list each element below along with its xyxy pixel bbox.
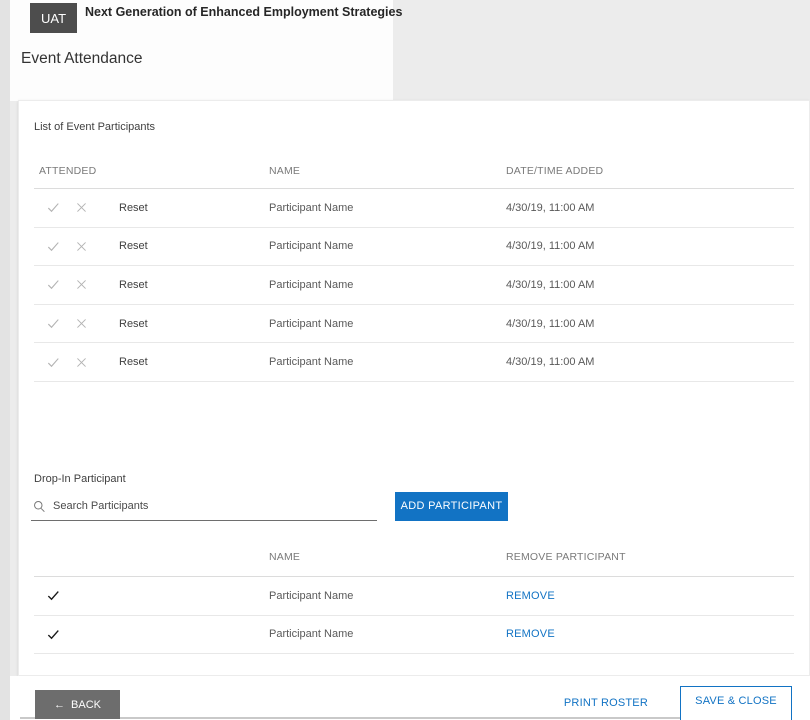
x-icon[interactable] — [73, 200, 89, 216]
back-button[interactable]: ← BACK — [35, 690, 120, 719]
date-time-added: 4/30/19, 11:00 AM — [506, 279, 794, 291]
dropin-participant-name: Participant Name — [269, 628, 506, 640]
participant-search-field[interactable] — [31, 493, 377, 521]
dropin-table-body: Participant Name REMOVE Participant Name… — [34, 577, 794, 654]
table-row: Reset Participant Name 4/30/19, 11:00 AM — [34, 343, 794, 382]
back-button-label: BACK — [71, 699, 101, 711]
table-row: Reset Participant Name 4/30/19, 11:00 AM — [34, 189, 794, 228]
reset-link[interactable]: Reset — [119, 318, 148, 330]
reset-link[interactable]: Reset — [119, 202, 148, 214]
reset-link[interactable]: Reset — [119, 279, 148, 291]
participant-name: Participant Name — [269, 240, 506, 252]
back-arrow-icon: ← — [54, 699, 65, 711]
x-icon[interactable] — [73, 277, 89, 293]
check-icon[interactable] — [45, 200, 61, 216]
date-time-added: 4/30/19, 11:00 AM — [506, 240, 794, 252]
search-icon — [33, 500, 46, 513]
column-header-dropin-name: NAME — [269, 551, 506, 563]
column-header-name: NAME — [269, 165, 506, 177]
event-attendance-panel: List of Event Participants ATTENDED NAME… — [18, 100, 810, 676]
participants-table: ATTENDED NAME DATE/TIME ADDED Reset Part… — [34, 165, 794, 382]
attended-check-icon[interactable] — [45, 626, 61, 642]
x-icon[interactable] — [73, 316, 89, 332]
check-icon[interactable] — [45, 277, 61, 293]
attended-check-icon[interactable] — [45, 588, 61, 604]
reset-link[interactable]: Reset — [119, 240, 148, 252]
date-time-added: 4/30/19, 11:00 AM — [506, 318, 794, 330]
dropin-table-header: NAME REMOVE PARTICIPANT — [34, 551, 794, 577]
date-time-added: 4/30/19, 11:00 AM — [506, 356, 794, 368]
dropin-table-row: Participant Name REMOVE — [34, 577, 794, 616]
date-time-added: 4/30/19, 11:00 AM — [506, 202, 794, 214]
participants-section-title: List of Event Participants — [34, 121, 809, 133]
app-header: UAT Next Generation of Enhanced Employme… — [10, 0, 393, 101]
environment-badge: UAT — [30, 3, 77, 33]
add-participant-button[interactable]: ADD PARTICIPANT — [395, 492, 508, 521]
column-header-remove-participant: REMOVE PARTICIPANT — [506, 551, 794, 563]
dropin-table: NAME REMOVE PARTICIPANT Participant Name… — [34, 551, 794, 654]
save-close-button[interactable]: SAVE & CLOSE — [680, 686, 792, 720]
dropin-section-title: Drop-In Participant — [34, 473, 809, 485]
reset-link[interactable]: Reset — [119, 356, 148, 368]
remove-link[interactable]: REMOVE — [506, 590, 555, 602]
table-row: Reset Participant Name 4/30/19, 11:00 AM — [34, 266, 794, 305]
x-icon[interactable] — [73, 238, 89, 254]
dropin-participant-name: Participant Name — [269, 590, 506, 602]
x-icon[interactable] — [73, 354, 89, 370]
participant-name: Participant Name — [269, 356, 506, 368]
remove-link[interactable]: REMOVE — [506, 628, 555, 640]
participants-table-body: Reset Participant Name 4/30/19, 11:00 AM… — [34, 189, 794, 382]
search-input[interactable] — [53, 500, 375, 512]
participant-name: Participant Name — [269, 202, 506, 214]
dropin-table-row: Participant Name REMOVE — [34, 616, 794, 655]
check-icon[interactable] — [45, 238, 61, 254]
page-left-gutter — [0, 0, 10, 720]
check-icon[interactable] — [45, 354, 61, 370]
participant-name: Participant Name — [269, 318, 506, 330]
check-icon[interactable] — [45, 316, 61, 332]
column-header-attended: ATTENDED — [34, 165, 269, 177]
page-title: Event Attendance — [21, 50, 143, 68]
print-roster-link[interactable]: PRINT ROSTER — [564, 697, 648, 709]
dropin-column-spacer — [34, 551, 269, 563]
dropin-search-row: ADD PARTICIPANT — [31, 493, 797, 521]
app-title: Next Generation of Enhanced Employment S… — [85, 5, 402, 19]
footer-bar: ← BACK PRINT ROSTER SAVE & CLOSE — [10, 676, 810, 720]
column-header-date-added: DATE/TIME ADDED — [506, 165, 794, 177]
environment-badge-label: UAT — [41, 11, 66, 26]
participant-name: Participant Name — [269, 279, 506, 291]
participants-table-header: ATTENDED NAME DATE/TIME ADDED — [34, 165, 794, 189]
table-row: Reset Participant Name 4/30/19, 11:00 AM — [34, 228, 794, 267]
table-row: Reset Participant Name 4/30/19, 11:00 AM — [34, 305, 794, 344]
footer-divider — [20, 717, 790, 719]
